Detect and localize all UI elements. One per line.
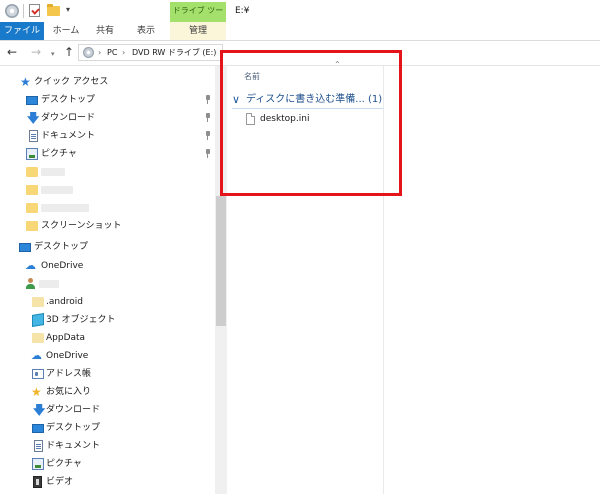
sidebar-item-label: ピクチャ <box>46 459 82 469</box>
title-separator <box>23 4 24 18</box>
redacted-label <box>41 168 65 176</box>
breadcrumb-separator[interactable]: › <box>98 47 101 59</box>
sidebar-item-label: ダウンロード <box>46 405 101 415</box>
dvd-drive-icon <box>83 47 94 58</box>
quick-access-toolbar-dropdown[interactable]: ▾ <box>64 6 72 20</box>
sidebar-item-user-documents[interactable]: ドキュメント <box>0 437 215 455</box>
sidebar-item-label: ドキュメント <box>41 131 96 141</box>
sidebar-item-user-onedrive[interactable]: ☁ OneDrive <box>0 347 215 365</box>
folder-icon <box>32 297 44 307</box>
user-icon <box>25 278 35 290</box>
sidebar-item-label: スクリーンショット <box>41 221 122 231</box>
pin-icon <box>205 113 211 122</box>
pin-icon <box>205 95 211 104</box>
sidebar-item-user-pictures[interactable]: ピクチャ <box>0 455 215 473</box>
sidebar-item-label: OneDrive <box>46 351 89 361</box>
pictures-icon <box>32 458 44 470</box>
sidebar-item-user-downloads[interactable]: 🡇 ダウンロード <box>0 401 215 419</box>
drive-tools-context-label: ドライブ ツール <box>170 2 226 33</box>
folder-icon <box>26 221 38 231</box>
sidebar-item-label: デスクトップ <box>34 242 89 252</box>
sidebar-item-redacted-folder[interactable] <box>0 181 215 199</box>
properties-icon[interactable] <box>29 4 40 17</box>
sidebar-item-user-desktop[interactable]: デスクトップ <box>0 419 215 437</box>
sidebar-item-videos[interactable]: ビデオ <box>0 473 215 491</box>
recent-locations-button[interactable]: ▾ <box>51 47 55 61</box>
sidebar-item-label: クイック アクセス <box>34 77 109 87</box>
sidebar-item-favorites[interactable]: ★ お気に入り <box>0 383 215 401</box>
folder-icon <box>32 333 44 343</box>
favorites-icon: ★ <box>31 385 42 399</box>
sidebar-item-screenshots[interactable]: スクリーンショット <box>0 217 215 235</box>
3d-objects-icon <box>32 312 44 328</box>
sidebar-item-label: デスクトップ <box>46 423 101 433</box>
address-bar[interactable]: › PC › DVD RW ドライブ (E:) <box>78 44 223 61</box>
redacted-label <box>41 186 73 194</box>
tab-share[interactable]: 共有 <box>88 22 122 40</box>
forward-button[interactable]: → <box>31 45 41 59</box>
contacts-icon <box>32 369 44 379</box>
desktop-icon <box>19 243 31 252</box>
scrollbar-thumb[interactable] <box>216 196 226 326</box>
highlight-annotation <box>220 50 402 196</box>
desktop-icon <box>32 424 44 433</box>
sidebar-item-label: ダウンロード <box>41 113 96 123</box>
documents-icon <box>29 130 38 142</box>
download-icon: 🡇 <box>33 403 46 417</box>
pin-icon <box>205 149 211 158</box>
documents-icon <box>34 440 43 452</box>
navigation-pane: ★ クイック アクセス デスクトップ 🡇 ダウンロード ドキュメント ピクチャ … <box>0 66 230 494</box>
sidebar-item-label: ピクチャ <box>41 149 77 159</box>
folder-icon <box>26 185 38 195</box>
sidebar-item-downloads[interactable]: 🡇 ダウンロード <box>0 109 215 127</box>
redacted-label <box>39 280 59 288</box>
tab-home[interactable]: ホーム <box>44 22 88 40</box>
sidebar-item-label: ドキュメント <box>46 441 101 451</box>
up-button[interactable]: ↑ <box>64 45 74 59</box>
folder-icon <box>26 203 38 213</box>
onedrive-icon: ☁ <box>25 259 36 272</box>
sidebar-item-3d-objects[interactable]: 3D オブジェクト <box>0 311 215 329</box>
sidebar-item-label: アドレス帳 <box>46 369 92 379</box>
ribbon-tabs: ファイル ホーム 共有 表示 管理 <box>0 22 600 41</box>
pin-icon <box>205 131 211 140</box>
redacted-label <box>41 204 89 212</box>
window-title: E:¥ <box>235 6 250 16</box>
pictures-icon <box>26 148 38 160</box>
sidebar-item-label: デスクトップ <box>41 95 96 105</box>
sidebar-item-label: ビデオ <box>46 477 74 487</box>
star-icon: ★ <box>20 75 31 89</box>
drive-disc-icon[interactable] <box>5 4 19 18</box>
breadcrumb-dvd-drive[interactable]: DVD RW ドライブ (E:) <box>132 47 216 59</box>
onedrive-icon: ☁ <box>31 349 42 362</box>
sidebar-item-redacted-folder[interactable] <box>0 163 215 181</box>
new-folder-icon[interactable] <box>47 4 60 16</box>
sidebar-item-documents[interactable]: ドキュメント <box>0 127 215 145</box>
tab-file[interactable]: ファイル <box>0 22 44 40</box>
sidebar-item-appdata[interactable]: AppData <box>0 329 215 347</box>
folder-icon <box>26 167 38 177</box>
videos-icon <box>33 476 42 488</box>
tab-manage[interactable]: 管理 <box>170 22 226 40</box>
sidebar-item-label: お気に入り <box>46 387 92 397</box>
sidebar-item-label: 3D オブジェクト <box>46 315 116 325</box>
sidebar-item-label: .android <box>46 297 84 307</box>
title-bar: ▾ E:¥ <box>0 0 600 24</box>
breadcrumb-separator[interactable]: › <box>122 47 125 59</box>
sidebar-item-redacted-folder[interactable] <box>0 199 215 217</box>
sidebar-item-onedrive[interactable]: ☁ OneDrive <box>0 257 215 275</box>
sidebar-item-desktop-root[interactable]: デスクトップ <box>0 238 215 256</box>
sidebar-item-label: OneDrive <box>41 261 84 271</box>
tab-view[interactable]: 表示 <box>122 22 170 40</box>
sidebar-item-desktop[interactable]: デスクトップ <box>0 91 215 109</box>
sidebar-item-user[interactable] <box>0 275 215 293</box>
sidebar-item-android[interactable]: .android <box>0 293 215 311</box>
breadcrumb-pc[interactable]: PC <box>107 47 117 59</box>
sidebar-item-label: AppData <box>46 333 86 343</box>
download-icon: 🡇 <box>27 111 40 125</box>
sidebar-item-contacts[interactable]: アドレス帳 <box>0 365 215 383</box>
back-button[interactable]: ← <box>7 45 17 59</box>
desktop-icon <box>26 96 38 105</box>
sidebar-item-pictures[interactable]: ピクチャ <box>0 145 215 163</box>
